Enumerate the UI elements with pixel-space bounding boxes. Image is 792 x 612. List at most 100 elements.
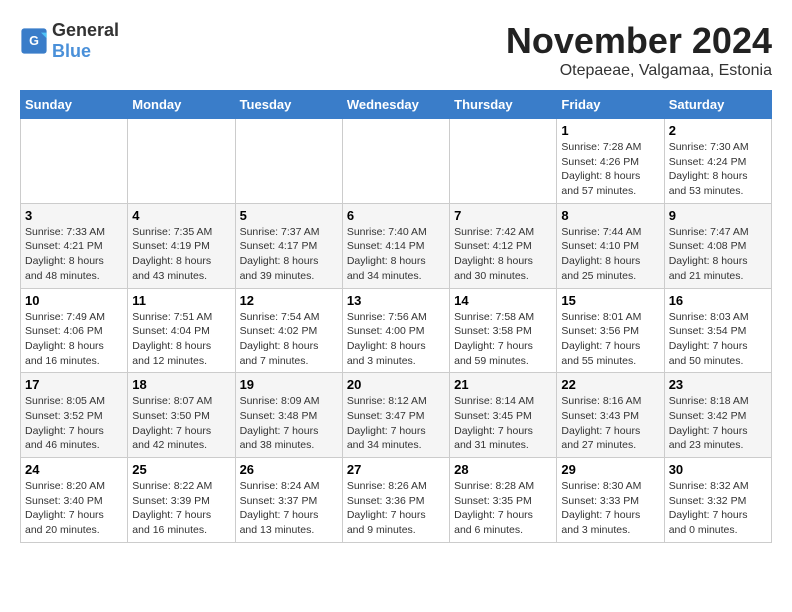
day-number: 16 — [669, 293, 767, 308]
day-number: 17 — [25, 377, 123, 392]
day-number: 5 — [240, 208, 338, 223]
table-row: 22 Sunrise: 8:16 AM Sunset: 3:43 PM Dayli… — [557, 373, 664, 458]
day-number: 29 — [561, 462, 659, 477]
day-number: 23 — [669, 377, 767, 392]
day-number: 12 — [240, 293, 338, 308]
day-info: Sunrise: 8:03 AM Sunset: 3:54 PM Dayligh… — [669, 310, 767, 369]
day-number: 9 — [669, 208, 767, 223]
day-number: 27 — [347, 462, 445, 477]
day-number: 13 — [347, 293, 445, 308]
day-info: Sunrise: 7:37 AM Sunset: 4:17 PM Dayligh… — [240, 225, 338, 284]
table-row: 15 Sunrise: 8:01 AM Sunset: 3:56 PM Dayli… — [557, 288, 664, 373]
day-info: Sunrise: 8:01 AM Sunset: 3:56 PM Dayligh… — [561, 310, 659, 369]
day-info: Sunrise: 7:28 AM Sunset: 4:26 PM Dayligh… — [561, 140, 659, 199]
day-info: Sunrise: 7:58 AM Sunset: 3:58 PM Dayligh… — [454, 310, 552, 369]
day-number: 30 — [669, 462, 767, 477]
col-monday: Monday — [128, 91, 235, 119]
table-row: 20Sunrise: 8:12 AM Sunset: 3:47 PM Dayli… — [342, 373, 449, 458]
day-info: Sunrise: 7:30 AM Sunset: 4:24 PM Dayligh… — [669, 140, 767, 199]
day-info: Sunrise: 8:28 AM Sunset: 3:35 PM Dayligh… — [454, 479, 552, 538]
day-info: Sunrise: 8:20 AM Sunset: 3:40 PM Dayligh… — [25, 479, 123, 538]
day-info: Sunrise: 7:33 AM Sunset: 4:21 PM Dayligh… — [25, 225, 123, 284]
day-number: 6 — [347, 208, 445, 223]
col-sunday: Sunday — [21, 91, 128, 119]
table-row: 28Sunrise: 8:28 AM Sunset: 3:35 PM Dayli… — [450, 458, 557, 543]
logo-general: General — [52, 20, 119, 40]
day-info: Sunrise: 7:44 AM Sunset: 4:10 PM Dayligh… — [561, 225, 659, 284]
day-info: Sunrise: 8:09 AM Sunset: 3:48 PM Dayligh… — [240, 394, 338, 453]
table-row: 30 Sunrise: 8:32 AM Sunset: 3:32 PM Dayli… — [664, 458, 771, 543]
logo-blue: Blue — [52, 41, 91, 61]
table-row: 4 Sunrise: 7:35 AM Sunset: 4:19 PM Daylig… — [128, 203, 235, 288]
table-row: 19 Sunrise: 8:09 AM Sunset: 3:48 PM Dayli… — [235, 373, 342, 458]
day-info: Sunrise: 8:14 AM Sunset: 3:45 PM Dayligh… — [454, 394, 552, 453]
table-row — [235, 119, 342, 204]
day-info: Sunrise: 7:56 AM Sunset: 4:00 PM Dayligh… — [347, 310, 445, 369]
col-thursday: Thursday — [450, 91, 557, 119]
day-info: Sunrise: 8:26 AM Sunset: 3:36 PM Dayligh… — [347, 479, 445, 538]
table-row: 18Sunrise: 8:07 AM Sunset: 3:50 PM Dayli… — [128, 373, 235, 458]
table-row: 5 Sunrise: 7:37 AM Sunset: 4:17 PM Daylig… — [235, 203, 342, 288]
day-number: 8 — [561, 208, 659, 223]
page-header: G General Blue November 2024 Otepaeae, V… — [20, 20, 772, 80]
col-tuesday: Tuesday — [235, 91, 342, 119]
table-row: 13 Sunrise: 7:56 AM Sunset: 4:00 PM Dayli… — [342, 288, 449, 373]
day-info: Sunrise: 7:51 AM Sunset: 4:04 PM Dayligh… — [132, 310, 230, 369]
day-number: 21 — [454, 377, 552, 392]
calendar-week-row: 3 Sunrise: 7:33 AM Sunset: 4:21 PM Daylig… — [21, 203, 772, 288]
day-number: 11 — [132, 293, 230, 308]
table-row: 25 Sunrise: 8:22 AM Sunset: 3:39 PM Dayli… — [128, 458, 235, 543]
day-info: Sunrise: 8:30 AM Sunset: 3:33 PM Dayligh… — [561, 479, 659, 538]
table-row — [342, 119, 449, 204]
table-row: 14 Sunrise: 7:58 AM Sunset: 3:58 PM Dayli… — [450, 288, 557, 373]
table-row: 17 Sunrise: 8:05 AM Sunset: 3:52 PM Dayli… — [21, 373, 128, 458]
logo-icon: G — [20, 27, 48, 55]
day-info: Sunrise: 7:40 AM Sunset: 4:14 PM Dayligh… — [347, 225, 445, 284]
table-row: 9Sunrise: 7:47 AM Sunset: 4:08 PM Daylig… — [664, 203, 771, 288]
day-number: 14 — [454, 293, 552, 308]
day-number: 20 — [347, 377, 445, 392]
table-row: 29 Sunrise: 8:30 AM Sunset: 3:33 PM Dayli… — [557, 458, 664, 543]
day-info: Sunrise: 8:16 AM Sunset: 3:43 PM Dayligh… — [561, 394, 659, 453]
table-row: 16 Sunrise: 8:03 AM Sunset: 3:54 PM Dayli… — [664, 288, 771, 373]
col-saturday: Saturday — [664, 91, 771, 119]
table-row: 7 Sunrise: 7:42 AM Sunset: 4:12 PM Daylig… — [450, 203, 557, 288]
day-info: Sunrise: 8:18 AM Sunset: 3:42 PM Dayligh… — [669, 394, 767, 453]
logo-text: General Blue — [52, 20, 119, 62]
day-info: Sunrise: 7:49 AM Sunset: 4:06 PM Dayligh… — [25, 310, 123, 369]
calendar-table: Sunday Monday Tuesday Wednesday Thursday… — [20, 90, 772, 543]
day-info: Sunrise: 8:05 AM Sunset: 3:52 PM Dayligh… — [25, 394, 123, 453]
table-row: 1 Sunrise: 7:28 AM Sunset: 4:26 PM Daylig… — [557, 119, 664, 204]
day-info: Sunrise: 7:35 AM Sunset: 4:19 PM Dayligh… — [132, 225, 230, 284]
day-number: 4 — [132, 208, 230, 223]
day-number: 7 — [454, 208, 552, 223]
table-row: 10Sunrise: 7:49 AM Sunset: 4:06 PM Dayli… — [21, 288, 128, 373]
table-row — [128, 119, 235, 204]
day-number: 18 — [132, 377, 230, 392]
day-number: 19 — [240, 377, 338, 392]
table-row: 2 Sunrise: 7:30 AM Sunset: 4:24 PM Daylig… — [664, 119, 771, 204]
table-row: 12Sunrise: 7:54 AM Sunset: 4:02 PM Dayli… — [235, 288, 342, 373]
day-info: Sunrise: 7:42 AM Sunset: 4:12 PM Dayligh… — [454, 225, 552, 284]
calendar-week-row: 24Sunrise: 8:20 AM Sunset: 3:40 PM Dayli… — [21, 458, 772, 543]
day-number: 3 — [25, 208, 123, 223]
day-number: 2 — [669, 123, 767, 138]
table-row: 6 Sunrise: 7:40 AM Sunset: 4:14 PM Daylig… — [342, 203, 449, 288]
month-title: November 2024 — [506, 20, 772, 62]
title-area: November 2024 Otepaeae, Valgamaa, Estoni… — [506, 20, 772, 80]
table-row — [450, 119, 557, 204]
day-number: 15 — [561, 293, 659, 308]
col-wednesday: Wednesday — [342, 91, 449, 119]
day-info: Sunrise: 8:22 AM Sunset: 3:39 PM Dayligh… — [132, 479, 230, 538]
svg-text:G: G — [29, 34, 39, 48]
day-number: 1 — [561, 123, 659, 138]
day-info: Sunrise: 8:24 AM Sunset: 3:37 PM Dayligh… — [240, 479, 338, 538]
col-friday: Friday — [557, 91, 664, 119]
day-number: 25 — [132, 462, 230, 477]
table-row: 8 Sunrise: 7:44 AM Sunset: 4:10 PM Daylig… — [557, 203, 664, 288]
logo: G General Blue — [20, 20, 119, 62]
table-row: 3 Sunrise: 7:33 AM Sunset: 4:21 PM Daylig… — [21, 203, 128, 288]
day-number: 26 — [240, 462, 338, 477]
day-number: 22 — [561, 377, 659, 392]
day-info: Sunrise: 8:32 AM Sunset: 3:32 PM Dayligh… — [669, 479, 767, 538]
